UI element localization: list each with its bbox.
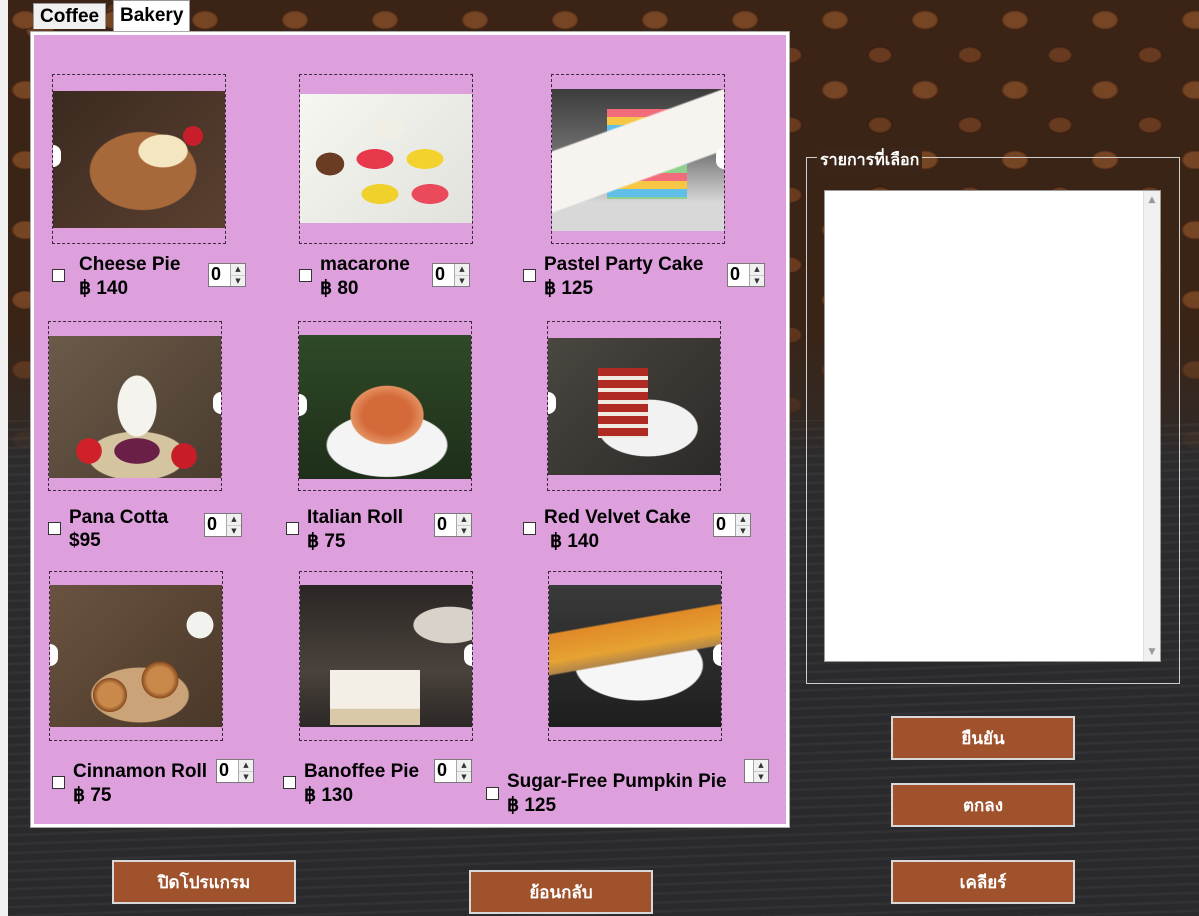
spin-down-icon[interactable]: ▼: [455, 276, 469, 287]
spin-up-icon[interactable]: ▲: [754, 760, 768, 772]
spin-up-icon[interactable]: ▲: [239, 760, 253, 772]
cheese-pie-price: ฿ 140: [79, 278, 129, 299]
panna-cotta-photo: [48, 321, 222, 491]
tab-coffee[interactable]: Coffee: [33, 3, 107, 29]
quantity-value: 0: [437, 514, 448, 534]
pumpkin-pie-name: Sugar-Free Pumpkin Pie: [507, 771, 727, 792]
spin-up-icon[interactable]: ▲: [750, 264, 764, 276]
close-program-button[interactable]: ปิดโปรแกรม: [112, 860, 296, 904]
panna-cotta-price: $95: [69, 530, 101, 551]
banoffee-pie-photo: [299, 571, 473, 741]
spin-up-icon[interactable]: ▲: [457, 514, 471, 526]
quantity-value: 0: [437, 760, 448, 780]
pastel-party-cake-price: ฿ 125: [544, 278, 594, 299]
cheese-pie-photo: [52, 74, 226, 244]
macaron-photo: [299, 74, 473, 244]
italian-roll-price: ฿ 75: [307, 531, 346, 552]
cheese-pie-checkbox[interactable]: [52, 269, 65, 282]
rainbow-cake-photo: [551, 74, 725, 244]
italian-roll-photo: [298, 321, 472, 491]
macaron-name: macarone: [320, 254, 410, 275]
italian-roll-name: Italian Roll: [307, 507, 404, 528]
spin-up-icon[interactable]: ▲: [457, 760, 471, 772]
pastel-party-cake-checkbox[interactable]: [523, 269, 536, 282]
banoffee-pie-checkbox[interactable]: [283, 776, 296, 789]
red-velvet-photo: [547, 321, 721, 491]
quantity-value: 0: [716, 514, 727, 534]
list-scrollbar[interactable]: ▲ ▼: [1143, 191, 1160, 661]
spin-down-icon[interactable]: ▼: [231, 276, 245, 287]
cinnamon-roll-photo: [49, 571, 223, 741]
cinnamon-roll-checkbox[interactable]: [52, 776, 65, 789]
tab-bakery[interactable]: Bakery: [113, 0, 191, 31]
spin-down-icon[interactable]: ▼: [754, 772, 768, 783]
cinnamon-roll-quantity-stepper[interactable]: 0 ▲ ▼: [216, 759, 254, 783]
red-velvet-cake-price: ฿ 140: [550, 531, 600, 552]
spin-down-icon[interactable]: ▼: [457, 526, 471, 537]
panna-cotta-checkbox[interactable]: [48, 522, 61, 535]
quantity-value: 0: [207, 514, 218, 534]
spin-up-icon[interactable]: ▲: [231, 264, 245, 276]
spin-up-icon[interactable]: ▲: [455, 264, 469, 276]
cheese-pie-name: Cheese Pie: [79, 254, 181, 275]
macaron-quantity-stepper[interactable]: 0 ▲ ▼: [432, 263, 470, 287]
banoffee-pie-price: ฿ 130: [304, 785, 354, 806]
banoffee-pie-quantity-stepper[interactable]: 0 ▲ ▼: [434, 759, 472, 783]
italian-roll-quantity-stepper[interactable]: 0 ▲ ▼: [434, 513, 472, 537]
quantity-value: 0: [211, 264, 222, 284]
spin-down-icon[interactable]: ▼: [736, 526, 750, 537]
back-button[interactable]: ย้อนกลับ: [469, 870, 653, 914]
spin-down-icon[interactable]: ▼: [457, 772, 471, 783]
red-velvet-cake-quantity-stepper[interactable]: 0 ▲ ▼: [713, 513, 751, 537]
spin-down-icon[interactable]: ▼: [239, 772, 253, 783]
ok-button[interactable]: ตกลง: [891, 783, 1075, 827]
window-edge: [0, 0, 8, 916]
cinnamon-roll-name: Cinnamon Roll: [73, 761, 208, 782]
quantity-value: 0: [219, 760, 230, 780]
pumpkin-pie-photo: [548, 571, 722, 741]
selected-items-list[interactable]: ▲ ▼: [824, 190, 1161, 662]
pumpkin-pie-checkbox[interactable]: [486, 787, 499, 800]
scroll-down-icon[interactable]: ▼: [1144, 647, 1160, 657]
pastel-party-cake-name: Pastel Party Cake: [544, 254, 704, 275]
banoffee-pie-name: Banoffee Pie: [304, 761, 420, 782]
panna-cotta-quantity-stepper[interactable]: 0 ▲ ▼: [204, 513, 242, 537]
macaron-price: ฿ 80: [320, 278, 359, 299]
red-velvet-cake-checkbox[interactable]: [523, 522, 536, 535]
macaron-checkbox[interactable]: [299, 269, 312, 282]
cinnamon-roll-price: ฿ 75: [73, 785, 112, 806]
pumpkin-pie-quantity-stepper[interactable]: ▲ ▼: [744, 759, 769, 783]
cheese-pie-quantity-stepper[interactable]: 0 ▲ ▼: [208, 263, 246, 287]
spin-down-icon[interactable]: ▼: [750, 276, 764, 287]
panna-cotta-name: Pana Cotta: [69, 507, 169, 528]
spin-up-icon[interactable]: ▲: [736, 514, 750, 526]
pastel-party-cake-quantity-stepper[interactable]: 0 ▲ ▼: [727, 263, 765, 287]
pumpkin-pie-price: ฿ 125: [507, 795, 557, 816]
spin-down-icon[interactable]: ▼: [227, 526, 241, 537]
red-velvet-cake-name: Red Velvet Cake: [544, 507, 691, 528]
confirm-button[interactable]: ยืนยัน: [891, 716, 1075, 760]
scroll-up-icon[interactable]: ▲: [1144, 195, 1160, 205]
spin-up-icon[interactable]: ▲: [227, 514, 241, 526]
quantity-value: 0: [730, 264, 741, 284]
clear-button[interactable]: เคลียร์: [891, 860, 1075, 904]
quantity-value: 0: [435, 264, 446, 284]
italian-roll-checkbox[interactable]: [286, 522, 299, 535]
selected-items-legend: รายการที่เลือก: [817, 148, 923, 173]
